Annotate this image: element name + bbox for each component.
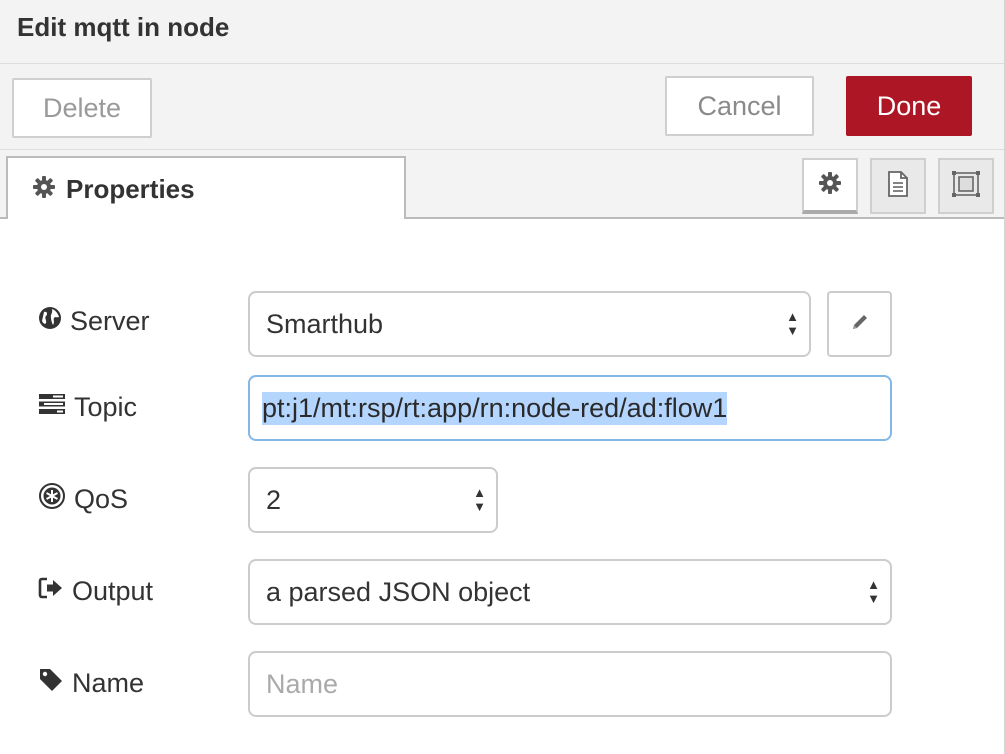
output-value: a parsed JSON object (266, 576, 531, 607)
qos-value: 2 (266, 484, 282, 515)
delete-button[interactable]: Delete (12, 78, 152, 138)
output-label: Output (38, 571, 153, 611)
tag-icon (38, 667, 64, 700)
server-label: Server (38, 301, 150, 341)
appearance-icon (951, 170, 981, 203)
gear-icon (818, 171, 842, 200)
name-input[interactable]: Name (248, 651, 892, 717)
name-label: Name (38, 663, 144, 703)
topic-value: pt:j1/mt:rsp/rt:app/rn:node-red/ad:flow1 (262, 391, 728, 425)
select-arrows-icon: ▲ ▼ (473, 485, 486, 514)
properties-panel: Server Smarthub ▲ ▼ Topic pt:j1/mt:rsp/r… (0, 219, 1004, 754)
cancel-button[interactable]: Cancel (665, 76, 814, 136)
qos-label-text: QoS (74, 483, 129, 514)
tab-appearance-button[interactable] (938, 158, 994, 214)
topic-input[interactable]: pt:j1/mt:rsp/rt:app/rn:node-red/ad:flow1 (248, 375, 892, 441)
dialog-toolbar: Delete Cancel Done (0, 64, 1004, 150)
server-label-text: Server (70, 305, 150, 336)
topic-label: Topic (38, 387, 137, 427)
description-icon (886, 170, 910, 203)
tab-properties[interactable]: Properties (6, 156, 406, 221)
sign-out-icon (38, 576, 64, 607)
topic-label-text: Topic (74, 391, 138, 422)
dialog-title-bar: Edit mqtt in node (0, 0, 1004, 64)
tab-settings-button[interactable] (802, 158, 858, 214)
output-label-text: Output (72, 575, 154, 606)
tasks-icon (38, 392, 66, 423)
gear-icon (32, 175, 56, 204)
select-arrows-icon: ▲ ▼ (867, 577, 880, 606)
pencil-icon (849, 311, 871, 338)
qos-select[interactable]: 2 ▲ ▼ (248, 467, 498, 533)
done-button[interactable]: Done (846, 76, 972, 136)
name-placeholder: Name (266, 668, 339, 699)
edit-node-dialog: Edit mqtt in node Delete Cancel Done Pro… (0, 0, 1006, 754)
server-edit-button[interactable] (827, 291, 892, 357)
globe-icon (38, 306, 62, 337)
select-arrows-icon: ▲ ▼ (786, 309, 799, 338)
qos-label: QoS (38, 479, 128, 519)
name-label-text: Name (72, 667, 145, 698)
tab-properties-label: Properties (66, 174, 195, 204)
qos-icon (38, 482, 66, 517)
tab-description-button[interactable] (870, 158, 926, 214)
dialog-title: Edit mqtt in node (17, 12, 230, 42)
output-select[interactable]: a parsed JSON object ▲ ▼ (248, 559, 892, 625)
server-select[interactable]: Smarthub ▲ ▼ (248, 291, 811, 357)
tabs-row: Properties (0, 150, 1004, 221)
server-value: Smarthub (266, 308, 384, 339)
